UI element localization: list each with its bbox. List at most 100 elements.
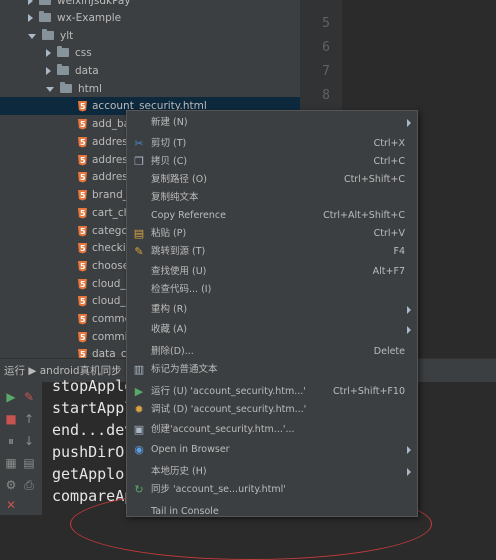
console-line: startAppl	[52, 399, 134, 417]
menu-item-label: 复制纯文本	[151, 192, 199, 203]
scroll-down-icon[interactable]: ↓	[22, 434, 36, 448]
copy-icon: ❐	[134, 155, 144, 168]
context-menu: 新建 (N) ✂ 剪切 (T) Ctrl+X ❐ 拷贝 (C) Ctrl+C 复制路径 (O)…	[126, 110, 418, 517]
menu-item-label: 同步 'account_se...urity.html'	[151, 484, 286, 495]
run-tool-window-title: 运行 ▶ android真机同步	[4, 365, 122, 377]
tree-folder[interactable]: ylt	[0, 27, 73, 45]
tree-folder[interactable]: html	[0, 80, 102, 98]
submenu-arrow-icon	[407, 119, 411, 127]
tree-file[interactable]: cart_che	[0, 204, 137, 222]
submenu-arrow-icon	[407, 446, 411, 454]
folder-icon	[57, 45, 69, 57]
menu-item[interactable]: ▶ 运行 (U) 'account_security.htm...' Ctrl+Sh…	[127, 383, 417, 401]
menu-item[interactable]: Copy Reference Ctrl+Alt+Shift+C	[127, 207, 417, 225]
menu-item-label: Copy Reference	[151, 210, 226, 221]
html-file-icon	[78, 189, 87, 201]
menu-item-label: 新建 (N)	[151, 117, 188, 128]
debug-icon: ✹	[134, 403, 144, 416]
folder-icon	[39, 0, 51, 5]
menu-item[interactable]: 收藏 (A)	[127, 321, 417, 339]
menu-item[interactable]: ▥ 标记为普通文本	[127, 361, 417, 379]
html-file-icon	[78, 313, 87, 325]
browser-icon: ◉	[134, 443, 144, 456]
menu-item-label: 拷贝 (C)	[151, 156, 188, 167]
console-line: pushDirO	[52, 443, 125, 461]
print-icon[interactable]: ⎙	[22, 478, 36, 492]
menu-item[interactable]: 复制纯文本	[127, 189, 417, 207]
menu-item[interactable]: 查找使用 (U) Alt+F7	[127, 263, 417, 281]
expand-right-icon[interactable]	[46, 49, 51, 57]
expand-right-icon[interactable]	[28, 14, 33, 22]
menu-item-label: 查找使用 (U)	[151, 266, 207, 277]
tree-file[interactable]: cloud_c	[0, 292, 131, 310]
menu-item-shortcut: Ctrl+C	[373, 156, 406, 167]
menu-item-label: 复制路径 (O)	[151, 174, 207, 185]
close-icon[interactable]: ✕	[4, 498, 18, 512]
menu-item-shortcut: Alt+F7	[372, 266, 405, 277]
expand-down-icon[interactable]	[46, 86, 54, 92]
expand-down-icon[interactable]	[28, 33, 36, 39]
menu-item[interactable]: ✎ 跳转到源 (T) F4	[127, 243, 417, 261]
menu-item[interactable]: ✂ 剪切 (T) Ctrl+X	[127, 135, 417, 153]
menu-item[interactable]: 检查代码... (I)	[127, 281, 417, 299]
tree-file[interactable]: address	[0, 133, 133, 151]
expand-right-icon[interactable]	[46, 67, 51, 75]
tree-item-label: add_ba	[92, 118, 131, 130]
expand-right-icon[interactable]	[28, 0, 33, 5]
menu-item[interactable]: ✹ 调试 (D) 'account_security.htm...'	[127, 401, 417, 419]
menu-item[interactable]: 删除(D)... Delete	[127, 343, 417, 361]
menu-item[interactable]: 新建 (N)	[127, 114, 417, 132]
paste-icon: ▤	[133, 227, 145, 240]
html-file-icon	[78, 242, 87, 254]
scissors-icon: ✂	[134, 137, 144, 150]
settings-icon[interactable]: ⚙	[4, 478, 18, 492]
pause-icon[interactable]: ⏸	[4, 434, 18, 448]
tree-file[interactable]: address	[0, 151, 133, 169]
tree-file[interactable]: brand_l	[0, 186, 131, 204]
line-number: 6	[322, 40, 330, 55]
menu-item[interactable]: ▤ 粘贴 (P) Ctrl+V	[127, 225, 417, 243]
menu-item-label: 创建'account_security.htm...'...	[151, 424, 295, 435]
menu-item[interactable]: 复制路径 (O) Ctrl+Shift+C	[127, 171, 417, 189]
menu-item[interactable]: ↻ 同步 'account_se...urity.html'	[127, 481, 417, 499]
tree-file[interactable]: comme	[0, 310, 131, 328]
submenu-arrow-icon	[407, 326, 411, 334]
tree-file[interactable]: address	[0, 168, 133, 186]
menu-item-shortcut: Ctrl+Alt+Shift+C	[323, 210, 405, 221]
line-number: 5	[322, 16, 330, 31]
run-icon: ▶	[134, 385, 144, 398]
line-number: 8	[322, 88, 330, 103]
tree-file[interactable]: add_ba	[0, 115, 130, 133]
tree-folder[interactable]: wx-Example	[0, 9, 121, 27]
clear-icon[interactable]: ✎	[22, 390, 36, 404]
tree-file[interactable]: choose_	[0, 257, 134, 275]
menu-item[interactable]: ❐ 拷贝 (C) Ctrl+C	[127, 153, 417, 171]
tree-file[interactable]: commis	[0, 328, 133, 346]
tree-folder[interactable]: data	[0, 62, 99, 80]
menu-item[interactable]: 本地历史 (H)	[127, 463, 417, 481]
tree-file[interactable]: data_ce	[0, 345, 133, 358]
tree-file[interactable]: checkin	[0, 239, 132, 257]
layout-icon[interactable]: ▦	[4, 456, 18, 470]
rerun-icon[interactable]: ▶	[4, 390, 18, 404]
tree-item-label: ylt	[60, 30, 74, 42]
menu-item[interactable]: ◉ Open in Browser	[127, 441, 417, 459]
html-file-icon	[78, 136, 87, 148]
menu-item[interactable]: 重构 (R)	[127, 301, 417, 319]
tree-file[interactable]: cloud_c	[0, 275, 131, 293]
sync-icon: ↻	[134, 483, 144, 496]
tree-item-label: css	[75, 47, 92, 59]
html-file-icon	[78, 260, 87, 272]
menu-item-label: 重构 (R)	[151, 304, 188, 315]
menu-item[interactable]: ▣ 创建'account_security.htm...'...	[127, 421, 417, 439]
menu-item-label: 本地历史 (H)	[151, 466, 207, 477]
html-file-icon	[78, 225, 87, 237]
scroll-up-icon[interactable]: ↑	[22, 412, 36, 426]
tree-item-label: html	[78, 83, 102, 95]
menu-item-label: 运行 (U) 'account_security.htm...'	[151, 386, 306, 397]
tree-folder[interactable]: css	[0, 44, 92, 62]
stop-icon[interactable]: ■	[4, 412, 18, 426]
html-file-icon	[78, 295, 87, 307]
soft-wrap-icon[interactable]: ▤	[22, 456, 36, 470]
tree-file[interactable]: categor	[0, 222, 132, 240]
